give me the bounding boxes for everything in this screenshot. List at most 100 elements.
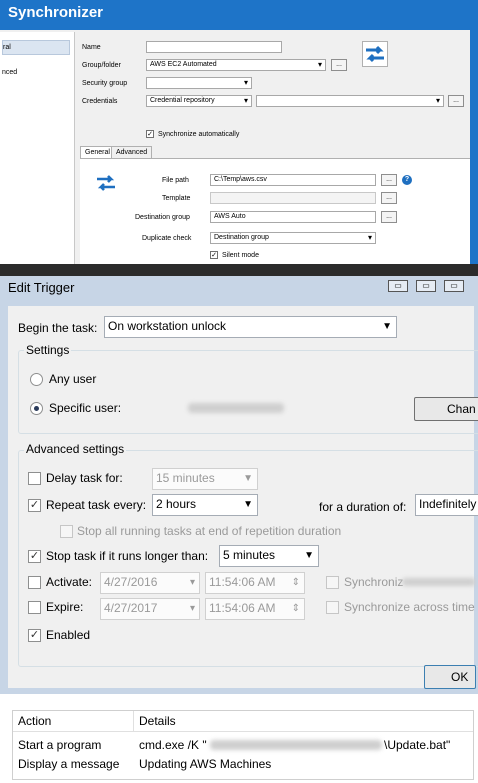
silent-mode-checkbox[interactable]: ✓ [210, 251, 218, 259]
expire-date-value: 4/27/2017 [104, 601, 158, 615]
sync-timezone-1-label: Synchroniz [344, 575, 404, 589]
calendar-dropdown-icon: ▾ [189, 603, 195, 614]
help-icon[interactable]: ? [402, 175, 412, 185]
window-toolbar-icon-1[interactable]: ▭ [388, 280, 408, 292]
settings-group [18, 350, 478, 434]
dest-group-input[interactable]: AWS Auto [210, 211, 376, 223]
row-2-details[interactable]: Updating AWS Machines [139, 757, 271, 771]
sync-timezone-1-checkbox[interactable] [326, 576, 339, 589]
dest-group-browse-button[interactable]: ... [381, 211, 397, 223]
credentials-browse-button[interactable]: ... [448, 95, 464, 107]
sidebar-item-general[interactable]: ral [2, 40, 70, 55]
window-toolbar-icon-3[interactable]: ▭ [444, 280, 464, 292]
sync-arrows-small-icon [96, 174, 116, 197]
spinner-icon: ⇕ [291, 577, 300, 588]
stop-longer-value: 5 minutes [223, 548, 276, 562]
credentials-label: Credentials [82, 98, 118, 105]
row-2-action[interactable]: Display a message [18, 757, 119, 771]
stop-longer-select[interactable]: 5 minutes ▼ [219, 545, 319, 567]
security-group-label: Security group [82, 80, 128, 87]
stop-longer-checkbox[interactable]: ✓ [28, 550, 41, 563]
calendar-dropdown-icon: ▾ [189, 577, 195, 588]
table-header-divider [13, 731, 473, 732]
activate-time-value: 11:54:06 AM [209, 575, 276, 589]
template-browse-button[interactable]: ... [381, 192, 397, 204]
synchronizer-sidebar: ral nced [0, 32, 75, 264]
action-column-header[interactable]: Action [18, 714, 51, 728]
change-user-button[interactable]: Chan [414, 397, 478, 421]
name-input[interactable] [146, 41, 282, 53]
spinner-icon: ⇕ [291, 603, 300, 614]
enabled-checkbox[interactable]: ✓ [28, 629, 41, 642]
file-path-browse-button[interactable]: ... [381, 174, 397, 186]
chevron-down-icon: ▼ [382, 321, 392, 332]
ok-button[interactable]: OK [424, 665, 476, 689]
sidebar-item-advanced[interactable]: nced [2, 66, 68, 79]
redacted-text [402, 578, 476, 586]
activate-label: Activate: [46, 575, 93, 589]
synchronizer-title: Synchronizer [0, 0, 478, 30]
expire-time-picker[interactable]: 11:54:06 AM ⇕ [205, 598, 305, 620]
duration-label: for a duration of: [319, 500, 407, 514]
activate-time-picker[interactable]: 11:54:06 AM ⇕ [205, 572, 305, 594]
expire-date-picker[interactable]: 4/27/2017 ▾ [100, 598, 200, 620]
window-border [470, 30, 478, 264]
redacted-username [188, 403, 284, 413]
delay-task-label: Delay task for: [46, 471, 123, 485]
row-1-details-prefix[interactable]: cmd.exe /K " [139, 738, 207, 752]
row-1-action[interactable]: Start a program [18, 738, 101, 752]
sync-timezone-2-label: Synchronize across time [344, 600, 475, 614]
repeat-task-value: 2 hours [156, 497, 197, 511]
settings-label: Settings [24, 343, 72, 357]
dialog-top-bar [0, 264, 478, 276]
redacted-path [210, 740, 382, 750]
template-label: Template [162, 195, 191, 202]
sync-arrows-icon [362, 41, 388, 67]
begin-task-label: Begin the task: [18, 321, 98, 335]
chevron-down-icon: ▼ [304, 550, 314, 561]
activate-date-picker[interactable]: 4/27/2016 ▾ [100, 572, 200, 594]
duration-select[interactable]: Indefinitely [415, 494, 478, 516]
delay-task-checkbox[interactable] [28, 472, 41, 485]
expire-time-value: 11:54:06 AM [209, 601, 276, 615]
template-input[interactable] [210, 192, 376, 204]
stop-longer-label: Stop task if it runs longer than: [46, 549, 209, 563]
repeat-task-checkbox[interactable]: ✓ [28, 499, 41, 512]
activate-date-value: 4/27/2016 [104, 575, 158, 589]
window-toolbar-icon-2[interactable]: ▭ [416, 280, 436, 292]
any-user-label: Any user [49, 372, 97, 386]
group-browse-button[interactable]: ... [331, 59, 347, 71]
specific-user-radio[interactable] [30, 402, 43, 415]
delay-task-value: 15 minutes [156, 471, 215, 485]
credential-detail-select[interactable] [256, 95, 444, 107]
column-divider [133, 711, 134, 731]
expire-label: Expire: [46, 600, 84, 614]
sync-timezone-2-checkbox[interactable] [326, 601, 339, 614]
begin-task-value: On workstation unlock [108, 319, 227, 333]
enabled-label: Enabled [46, 628, 91, 642]
credentials-select[interactable]: Credential repository [146, 95, 252, 107]
activate-checkbox[interactable] [28, 576, 41, 589]
sync-auto-checkbox[interactable]: ✓ [146, 130, 154, 138]
sync-auto-label: Synchronize automatically [158, 131, 240, 138]
silent-mode-label: Silent mode [222, 252, 259, 259]
chevron-down-icon: ▼ [243, 499, 253, 510]
begin-task-select[interactable]: On workstation unlock ▼ [104, 316, 397, 338]
repeat-task-label: Repeat task every: [46, 498, 147, 512]
repeat-task-select[interactable]: 2 hours ▼ [152, 494, 258, 516]
details-column-header[interactable]: Details [139, 714, 176, 728]
specific-user-label: Specific user: [49, 401, 122, 415]
group-label: Group/folder [82, 62, 121, 69]
advanced-settings-label: Advanced settings [24, 442, 127, 456]
security-group-select[interactable] [146, 77, 252, 89]
row-1-details-suffix[interactable]: \Update.bat" [384, 738, 450, 752]
stop-running-checkbox[interactable] [60, 525, 73, 538]
expire-checkbox[interactable] [28, 601, 41, 614]
group-select[interactable]: AWS EC2 Automated [146, 59, 326, 71]
any-user-radio[interactable] [30, 373, 43, 386]
file-path-input[interactable]: C:\Temp\aws.csv [210, 174, 376, 186]
dup-check-select[interactable]: Destination group [210, 232, 376, 244]
delay-task-select[interactable]: 15 minutes ▼ [152, 468, 258, 490]
dest-group-label: Destination group [135, 214, 190, 221]
chevron-down-icon: ▼ [243, 473, 253, 484]
